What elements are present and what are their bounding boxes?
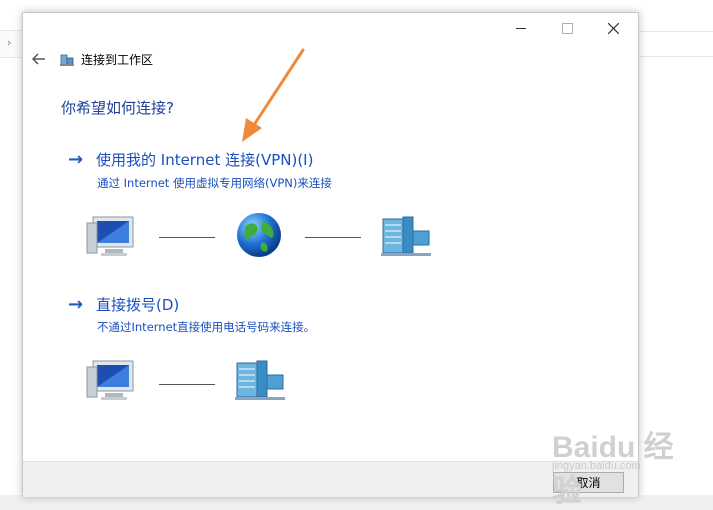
- dialog-footer: 取消: [23, 461, 638, 497]
- option-dial-link[interactable]: → 直接拨号(D): [68, 294, 179, 315]
- wizard-nav: 连接到工作区: [29, 47, 153, 71]
- connector-line: [159, 384, 215, 385]
- server-icon: [381, 216, 431, 256]
- connector-line: [305, 237, 361, 238]
- option-dial-title: 直接拨号(D): [96, 296, 180, 314]
- arrow-right-icon: →: [68, 294, 84, 315]
- title-bar: [23, 13, 638, 43]
- page-heading: 你希望如何连接?: [61, 99, 174, 117]
- option-vpn-link[interactable]: → 使用我的 Internet 连接(VPN)(I): [68, 149, 313, 170]
- option-dial-description[interactable]: 不通过Internet直接使用电话号码来连接。: [97, 319, 315, 335]
- computer-icon: [86, 216, 134, 256]
- background-address-bar: ›: [0, 30, 22, 58]
- workplace-network-icon: [59, 51, 75, 67]
- maximize-icon: [561, 22, 573, 34]
- globe-icon: [237, 213, 281, 257]
- watermark-url: jingyan.baidu.com: [552, 460, 641, 472]
- connect-to-workplace-dialog: 连接到工作区 你希望如何连接? → 使用我的 Internet 连接(VPN)(…: [22, 12, 639, 497]
- minimize-button[interactable]: [498, 13, 544, 43]
- option-vpn-title: 使用我的 Internet 连接(VPN)(I): [96, 151, 314, 169]
- minimize-icon: [516, 27, 526, 29]
- watermark: Baidu 经验 jingyan.baidu.com: [552, 418, 702, 508]
- server-icon: [235, 360, 285, 400]
- maximize-button[interactable]: [544, 13, 590, 43]
- chevron-right-icon: ›: [7, 36, 12, 49]
- back-arrow-icon: [31, 52, 45, 65]
- connector-line: [159, 237, 215, 238]
- vpn-diagram: [85, 209, 465, 265]
- dial-diagram: [85, 353, 325, 409]
- back-button[interactable]: [29, 50, 49, 69]
- background-toolbar: [637, 31, 713, 57]
- dialog-title: 连接到工作区: [81, 52, 154, 67]
- close-icon: [607, 22, 619, 34]
- option-vpn-description[interactable]: 通过 Internet 使用虚拟专用网络(VPN)来连接: [97, 175, 332, 191]
- computer-icon: [86, 360, 134, 400]
- arrow-right-icon: →: [68, 149, 84, 170]
- close-button[interactable]: [590, 13, 636, 43]
